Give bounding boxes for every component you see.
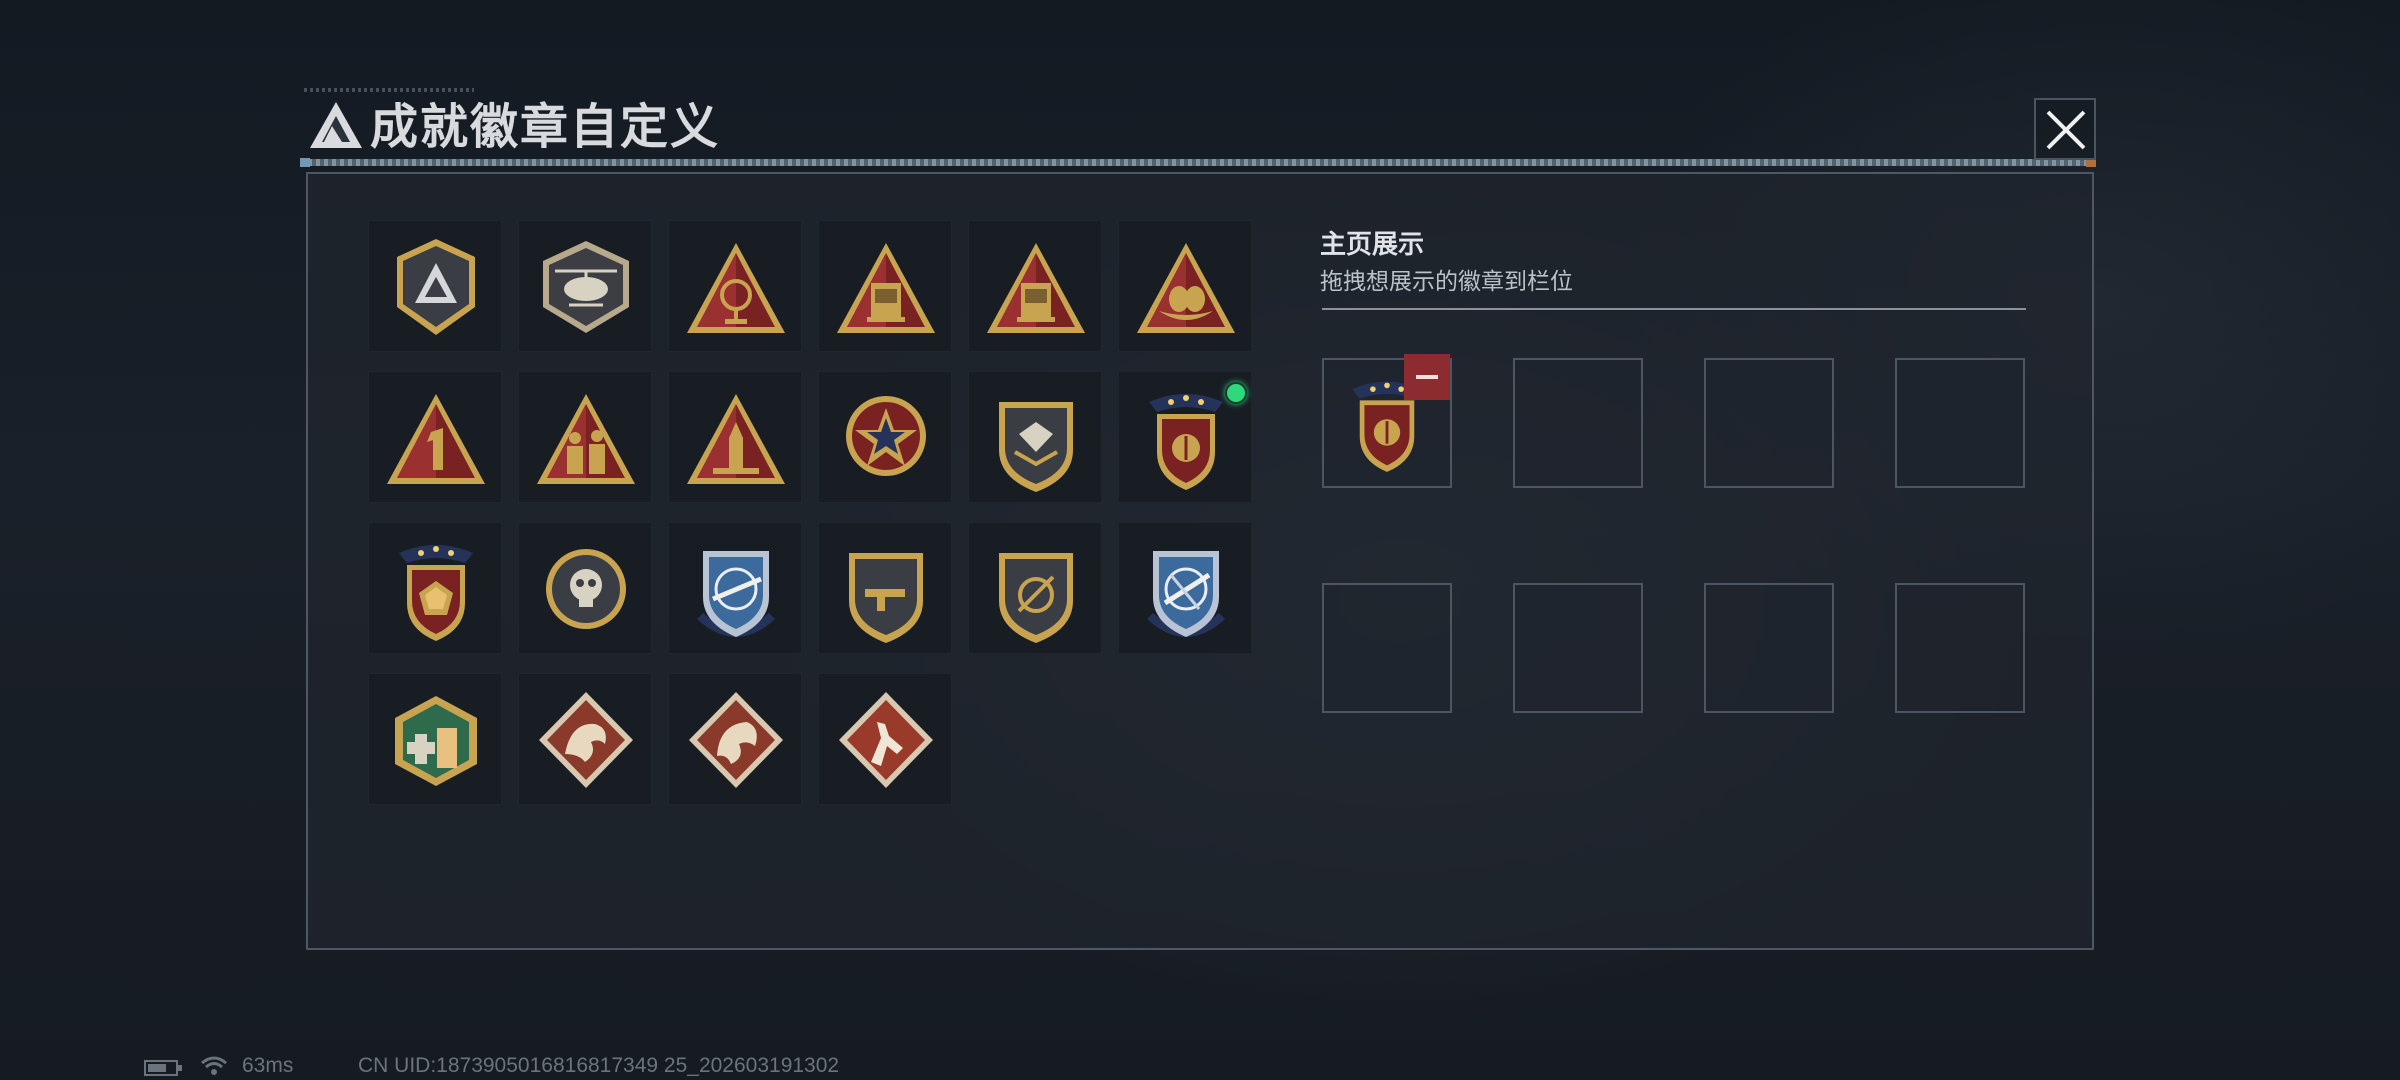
badge-cell[interactable] [818,522,952,654]
badge-cell[interactable] [668,522,802,654]
satellite-dish-badge-icon [687,243,785,333]
crossed-shield-badge-icon [999,553,1073,643]
badge-cell[interactable] [368,673,502,805]
soldiers-badge-icon [537,394,635,484]
title-divider [300,158,2096,167]
shield-triangle-badge-icon [397,239,475,335]
badge-cell[interactable] [518,220,652,352]
star-medal-badge-icon [846,396,926,476]
sniper-rifle-blue-badge-icon [697,551,775,637]
badge-cell[interactable] [518,673,652,805]
crate-58-badge-icon [987,243,1085,333]
gem-crest-badge-icon [399,545,473,641]
badge-cell[interactable] [818,673,952,805]
badge-cell[interactable] [518,522,652,654]
rocket-badge-icon [687,394,785,484]
badge-cell[interactable] [368,522,502,654]
badge-cell[interactable] [1118,522,1252,654]
badge-cell[interactable] [1118,371,1252,503]
remove-badge-button[interactable] [1404,354,1450,400]
new-indicator-dot [1225,382,1247,404]
badge-cell[interactable] [368,220,502,352]
showcase-divider [1322,308,2026,310]
badge-cell[interactable] [668,371,802,503]
title-decoration [304,88,474,92]
badge-cell[interactable] [368,371,502,503]
badge-cell[interactable] [668,220,802,352]
showcase-slot-empty[interactable] [1704,358,1834,488]
badge-cell[interactable] [968,220,1102,352]
rabbit-runner-badge-icon [839,692,933,788]
badge-cell[interactable] [668,673,802,805]
battery-icon [144,1060,182,1076]
showcase-subtitle: 拖拽想展示的徽章到栏位 [1320,269,1573,295]
showcase-title: 主页展示 [1320,230,1425,260]
skull-emblem-badge-icon [546,549,626,629]
ping-value: 63ms [242,1054,294,1077]
sniper-blade-blue-badge-icon [1147,551,1225,637]
wifi-icon [201,1056,227,1075]
showcase-slot-empty[interactable] [1704,583,1834,713]
badge-cell[interactable] [518,371,652,503]
showcase-slot-empty[interactable] [1895,583,2025,713]
page-title: 成就徽章自定义 [370,99,721,155]
egg-nest-badge-icon [1137,243,1235,333]
showcase-slot-empty[interactable] [1513,583,1643,713]
close-button[interactable] [2034,98,2096,160]
badge-cell[interactable] [968,522,1102,654]
smg-shield-badge-icon [849,553,923,643]
crate-57-badge-icon [837,243,935,333]
dragon-badge-icon [539,692,633,788]
showcase-slot-empty[interactable] [1895,358,2025,488]
winged-shield-badge-icon [999,402,1073,492]
helicopter-badge-icon [543,241,629,333]
badge-cell[interactable] [818,371,952,503]
showcase-slot-empty[interactable] [1513,358,1643,488]
dragon-alt-badge-icon [689,692,783,788]
number-one-badge-icon [387,394,485,484]
badge-cell[interactable] [968,371,1102,503]
badge-cell[interactable] [818,220,952,352]
showcase-slot-empty[interactable] [1322,583,1452,713]
title-bar: 成就徽章自定义 [300,88,2100,162]
badge-cell[interactable] [1118,220,1252,352]
close-icon [2046,110,2086,150]
medic-hexagon-badge-icon [395,696,477,786]
badge-panel: 主页展示 拖拽想展示的徽章到栏位 [306,172,2094,950]
triangle-logo-icon [310,102,362,148]
uid-text: CN UID:1873905016816817349 25_2026031913… [358,1054,840,1077]
